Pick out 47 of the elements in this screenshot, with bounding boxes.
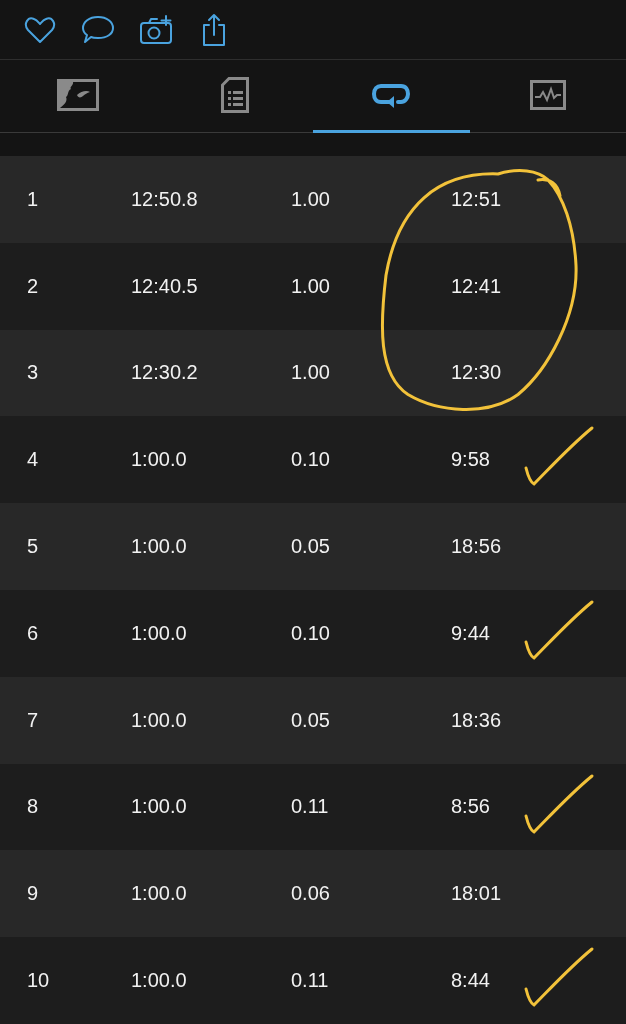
- lap-pace: 9:58: [451, 448, 491, 472]
- share-icon: [201, 12, 227, 47]
- lap-distance: 1.00: [291, 274, 331, 298]
- lap-pace: 18:01: [451, 882, 503, 906]
- heart-icon: [24, 15, 56, 44]
- lap-number: 7: [27, 708, 40, 732]
- lap-number: 10: [27, 969, 51, 993]
- camera-plus-icon: [139, 14, 173, 45]
- lap-pace: 12:51: [451, 187, 503, 211]
- lap-pace: 12:41: [451, 274, 503, 298]
- lap-pace: 18:36: [451, 708, 503, 732]
- lap-time: 12:50.8: [131, 187, 199, 211]
- lap-time: 1:00.0: [131, 535, 188, 559]
- activity-chart-icon: [529, 80, 566, 110]
- lap-number: 9: [27, 882, 40, 906]
- lap-number: 4: [27, 448, 40, 472]
- lap-distance: 0.05: [291, 535, 331, 559]
- lap-pace: 12:30: [451, 361, 503, 385]
- lap-distance: 1.00: [291, 361, 331, 385]
- lap-distance: 1.00: [291, 187, 331, 211]
- lap-time: 1:00.0: [131, 882, 188, 906]
- lap-distance: 0.10: [291, 621, 331, 645]
- lap-time: 1:00.0: [131, 969, 188, 993]
- comment-icon: [81, 14, 115, 45]
- lap-time: 1:00.0: [131, 621, 188, 645]
- lap-pace: 8:44: [451, 969, 491, 993]
- lap-distance: 0.10: [291, 448, 331, 472]
- lap-number: 8: [27, 795, 40, 819]
- map-icon: [57, 79, 100, 111]
- lap-number: 3: [27, 361, 40, 385]
- lap-pace: 9:44: [451, 621, 491, 645]
- lap-time: 1:00.0: [131, 795, 188, 819]
- lap-number: 2: [27, 274, 40, 298]
- lap-pace: 8:56: [451, 795, 491, 819]
- lap-time: 1:00.0: [131, 448, 188, 472]
- lap-time: 12:40.5: [131, 274, 199, 298]
- lap-number: 5: [27, 535, 40, 559]
- lap-distance: 0.06: [291, 882, 331, 906]
- lap-time: 1:00.0: [131, 708, 188, 732]
- lap-distance: 0.11: [291, 969, 330, 993]
- lap-time: 12:30.2: [131, 361, 199, 385]
- lap-distance: 0.11: [291, 795, 330, 819]
- lap-number: 1: [27, 187, 40, 211]
- document-list-icon: [220, 77, 249, 113]
- lap-distance: 0.05: [291, 708, 331, 732]
- lap-number: 6: [27, 621, 40, 645]
- lap-pace: 18:56: [451, 535, 503, 559]
